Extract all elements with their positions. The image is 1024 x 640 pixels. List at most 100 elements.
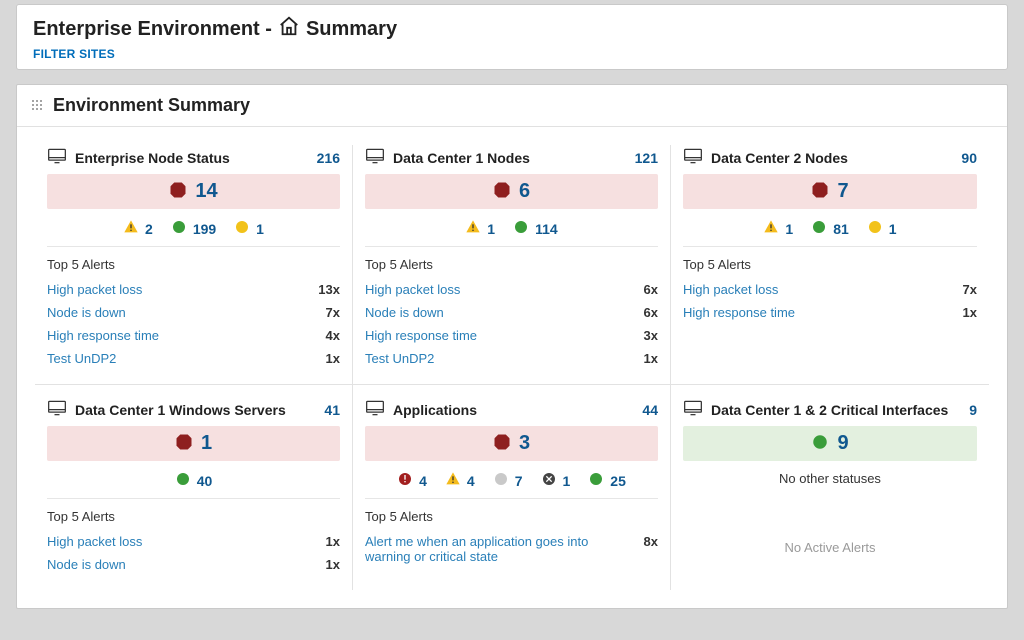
primary-status-band[interactable]: 7 xyxy=(683,174,977,209)
card-header: Enterprise Node Status 216 xyxy=(47,145,340,174)
panel-header: Environment Summary xyxy=(17,85,1007,127)
unknown-icon xyxy=(867,219,883,238)
card-total-count[interactable]: 121 xyxy=(635,150,658,166)
status-count: 81 xyxy=(833,221,849,237)
card-header: Data Center 2 Nodes 90 xyxy=(683,145,977,174)
ok-icon xyxy=(513,219,529,238)
status-item[interactable]: 7 xyxy=(493,471,523,490)
panel-title: Environment Summary xyxy=(53,95,250,116)
alert-link[interactable]: High packet loss xyxy=(365,282,460,297)
primary-status-band[interactable]: 9 xyxy=(683,426,977,461)
status-item[interactable]: 1 xyxy=(763,219,793,238)
critical-icon xyxy=(169,181,187,202)
alert-row: High packet loss 13x xyxy=(47,278,340,301)
alert-count: 1x xyxy=(963,305,977,320)
status-count: 1 xyxy=(256,221,264,237)
primary-status-count: 3 xyxy=(519,432,530,455)
ok-icon xyxy=(811,433,829,454)
alert-row: Alert me when an application goes into w… xyxy=(365,530,658,568)
status-item[interactable]: 199 xyxy=(171,219,216,238)
home-icon xyxy=(278,15,300,43)
status-count: 7 xyxy=(515,473,523,489)
status-item[interactable]: 1 xyxy=(541,471,571,490)
status-item[interactable]: 4 xyxy=(397,471,427,490)
card-title: Enterprise Node Status xyxy=(75,150,230,166)
top-alerts-heading: Top 5 Alerts xyxy=(47,253,340,278)
alert-link[interactable]: High response time xyxy=(47,328,159,343)
primary-status-band[interactable]: 3 xyxy=(365,426,658,461)
status-count: 1 xyxy=(785,221,793,237)
status-item[interactable]: 81 xyxy=(811,219,849,238)
alert-link[interactable]: High packet loss xyxy=(47,282,142,297)
status-item[interactable]: 2 xyxy=(123,219,153,238)
alert-link[interactable]: High response time xyxy=(683,305,795,320)
card-total-count[interactable]: 41 xyxy=(324,402,340,418)
alert-link[interactable]: High packet loss xyxy=(47,534,142,549)
alert-count: 7x xyxy=(326,305,340,320)
filter-sites-link[interactable]: FILTER SITES xyxy=(33,47,991,61)
status-item[interactable]: 1 xyxy=(465,219,495,238)
primary-status-band[interactable]: 14 xyxy=(47,174,340,209)
alert-count: 4x xyxy=(326,328,340,343)
monitor-icon xyxy=(683,399,703,420)
unknown-icon xyxy=(234,219,250,238)
alert-row: Test UnDP2 1x xyxy=(47,347,340,370)
card-header: Data Center 1 & 2 Critical Interfaces 9 xyxy=(683,397,977,426)
alert-row: High response time 1x xyxy=(683,301,977,324)
card-header: Data Center 1 Windows Servers 41 xyxy=(47,397,340,426)
alert-link[interactable]: High response time xyxy=(365,328,477,343)
alert-count: 6x xyxy=(644,282,658,297)
alert-row: High response time 4x xyxy=(47,324,340,347)
alert-link[interactable]: High packet loss xyxy=(683,282,778,297)
card-header: Applications 44 xyxy=(365,397,658,426)
card-title: Applications xyxy=(393,402,477,418)
card-total-count[interactable]: 216 xyxy=(317,150,340,166)
summary-card: Data Center 1 & 2 Critical Interfaces 9 … xyxy=(671,384,989,590)
critical-icon xyxy=(175,433,193,454)
alert-row: Node is down 6x xyxy=(365,301,658,324)
alert-link[interactable]: Test UnDP2 xyxy=(47,351,116,366)
alert-link[interactable]: Node is down xyxy=(47,557,126,572)
card-title: Data Center 2 Nodes xyxy=(711,150,848,166)
monitor-icon xyxy=(365,399,385,420)
primary-status-band[interactable]: 6 xyxy=(365,174,658,209)
card-total-count[interactable]: 90 xyxy=(961,150,977,166)
alert-link[interactable]: Alert me when an application goes into w… xyxy=(365,534,594,564)
status-row: 1 81 1 xyxy=(683,213,977,247)
primary-status-count: 6 xyxy=(519,180,530,203)
card-total-count[interactable]: 44 xyxy=(642,402,658,418)
alert-row: Node is down 1x xyxy=(47,553,340,576)
status-count: 1 xyxy=(487,221,495,237)
no-other-statuses: No other statuses xyxy=(683,465,977,494)
status-count: 2 xyxy=(145,221,153,237)
ok-icon xyxy=(171,219,187,238)
warn-icon xyxy=(465,219,481,238)
title-bar: Enterprise Environment - Summary FILTER … xyxy=(16,4,1008,70)
status-count: 199 xyxy=(193,221,216,237)
card-total-count[interactable]: 9 xyxy=(969,402,977,418)
alert-link[interactable]: Node is down xyxy=(365,305,444,320)
status-item[interactable]: 25 xyxy=(588,471,626,490)
status-count: 4 xyxy=(467,473,475,489)
primary-status-band[interactable]: 1 xyxy=(47,426,340,461)
alert-count: 1x xyxy=(326,351,340,366)
status-count: 114 xyxy=(535,221,558,237)
status-item[interactable]: 40 xyxy=(175,471,213,490)
alert-link[interactable]: Test UnDP2 xyxy=(365,351,434,366)
alert-link[interactable]: Node is down xyxy=(47,305,126,320)
status-item[interactable]: 1 xyxy=(867,219,897,238)
alert-row: Node is down 7x xyxy=(47,301,340,324)
ok-icon xyxy=(588,471,604,490)
alert-count: 1x xyxy=(326,557,340,572)
top-alerts-heading: Top 5 Alerts xyxy=(47,505,340,530)
primary-status-count: 14 xyxy=(195,180,217,203)
drag-handle-icon[interactable] xyxy=(31,98,43,114)
status-row: 2 199 1 xyxy=(47,213,340,247)
status-count: 4 xyxy=(419,473,427,489)
status-count: 1 xyxy=(889,221,897,237)
status-item[interactable]: 114 xyxy=(513,219,558,238)
primary-status-count: 9 xyxy=(837,432,848,455)
status-item[interactable]: 1 xyxy=(234,219,264,238)
ok-icon xyxy=(175,471,191,490)
status-item[interactable]: 4 xyxy=(445,471,475,490)
